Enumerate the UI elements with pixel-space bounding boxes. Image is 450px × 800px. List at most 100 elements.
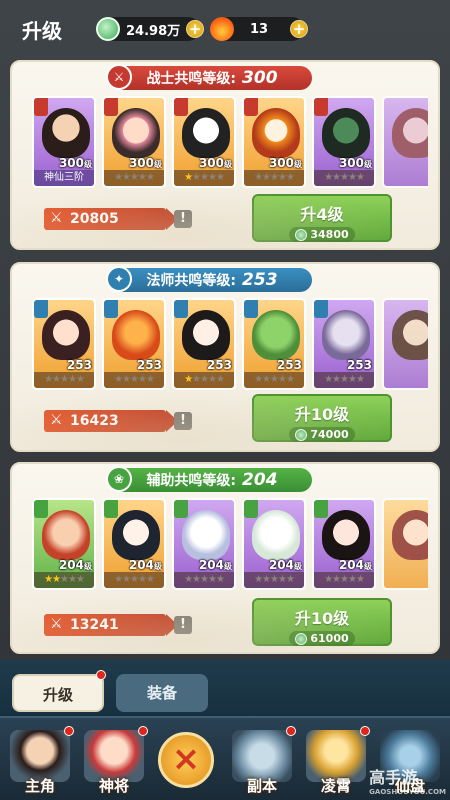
mage-resonance-panel: ✦ 法师共鸣等级: 253 253 ★★★★★ 253 ★★★★★ 253 ★★… (10, 262, 440, 452)
banner-label: 辅助共鸣等级: (146, 473, 237, 489)
hero-portrait (182, 310, 230, 360)
class-tag-icon (314, 300, 328, 318)
hero-card-partial[interactable] (382, 298, 428, 390)
coin-icon (295, 632, 308, 645)
hero-level: 253 (66, 358, 92, 372)
close-button[interactable]: × (158, 732, 214, 788)
hero-portrait (252, 510, 300, 560)
hero-portrait (182, 108, 230, 158)
banner-value: 300 (242, 68, 278, 88)
hero-portrait (112, 108, 160, 158)
upgrade-button[interactable]: 升10级 61000 (252, 598, 392, 646)
info-icon[interactable]: ! (174, 616, 192, 634)
game-screen: 升级 24.98万 + 13 + ⚔ 战士共鸣等级: 300 300级 神仙三阶 (0, 0, 450, 800)
star-rating: ★★★★★ (34, 572, 94, 588)
tab-bar: 升级 装备 (0, 660, 450, 716)
add-coins-button[interactable]: + (186, 20, 204, 38)
upgrade-button-label: 升4级 (300, 205, 344, 224)
warrior-resonance-panel: ⚔ 战士共鸣等级: 300 300级 神仙三阶 300级 ★★★★★ 300级 … (10, 60, 440, 250)
nav-lingxiao[interactable]: 凌霄 (300, 724, 372, 800)
hero-portrait (42, 108, 90, 158)
star-rating: ★★★★★ (314, 572, 374, 588)
hero-portrait (322, 310, 370, 360)
class-tag-icon (314, 98, 328, 116)
hero-level: 300级 (338, 156, 372, 170)
banner-label: 战士共鸣等级: (146, 71, 237, 87)
hero-portrait (252, 310, 300, 360)
hero-card[interactable]: 204级 ★★★★★ (172, 498, 236, 590)
notification-dot (96, 670, 106, 680)
info-icon[interactable]: ! (174, 210, 192, 228)
hero-card[interactable]: 300级 ★★★★★ (242, 96, 306, 188)
upgrade-button[interactable]: 升4级 34800 (252, 194, 392, 242)
star-rating: ★★★★★ (244, 372, 304, 388)
nav-label: 神将 (98, 777, 129, 795)
sword-icon: ⚔ (106, 64, 132, 90)
tab-equipment[interactable]: 装备 (116, 674, 208, 712)
class-tag-icon (104, 500, 118, 518)
magic-icon: ✦ (106, 266, 132, 292)
hero-portrait (42, 510, 90, 560)
hero-portrait (392, 510, 428, 560)
nav-hero[interactable]: 主角 (4, 724, 76, 800)
top-bar: 升级 24.98万 + 13 + (0, 0, 450, 58)
notification-dot (64, 726, 74, 736)
power-display: ⚔ 13241 (44, 614, 178, 636)
hero-card[interactable]: 204级 ★★★★★ (312, 498, 376, 590)
hero-card-row: 253 ★★★★★ 253 ★★★★★ 253 ★★★★★ 253 ★★★★★ (32, 298, 428, 390)
hero-card[interactable]: 300级 ★★★★★ (312, 96, 376, 188)
hero-card[interactable]: 253 ★★★★★ (102, 298, 166, 390)
hero-card[interactable]: 300级 ★★★★★ (172, 96, 236, 188)
class-tag-icon (174, 300, 188, 318)
power-value: 16423 (70, 413, 119, 429)
hero-rank-label: 神仙三阶 (34, 170, 94, 186)
class-tag-icon (314, 500, 328, 518)
hero-portrait (182, 510, 230, 560)
support-resonance-panel: ❀ 辅助共鸣等级: 204 204级 ★★★★★ 204级 ★★★★★ 204级 (10, 462, 440, 654)
hero-card[interactable]: 253 ★★★★★ (312, 298, 376, 390)
nav-label: 副本 (246, 777, 277, 795)
hero-card[interactable]: 204级 ★★★★★ (32, 498, 96, 590)
fire-value: 13 (250, 21, 269, 37)
hero-level: 204级 (268, 558, 302, 572)
star-rating: ★★★★★ (104, 170, 164, 186)
add-fire-button[interactable]: + (290, 20, 308, 38)
nav-general[interactable]: 神将 (78, 724, 150, 800)
star-rating: ★★★★★ (314, 372, 374, 388)
tab-upgrade[interactable]: 升级 (12, 674, 104, 712)
upgrade-button[interactable]: 升10级 74000 (252, 394, 392, 442)
hero-card-partial[interactable] (382, 96, 428, 188)
crossed-swords-icon: ⚔ (50, 210, 63, 226)
class-tag-icon (244, 98, 258, 116)
hero-card[interactable]: 253 ★★★★★ (242, 298, 306, 390)
hero-card[interactable]: 253 ★★★★★ (32, 298, 96, 390)
star-rating: ★★★★★ (104, 372, 164, 388)
hero-portrait (112, 310, 160, 360)
class-tag-icon (244, 300, 258, 318)
support-banner: ❀ 辅助共鸣等级: 204 (106, 466, 312, 492)
fire-counter: 13 + (210, 17, 308, 41)
hero-portrait (252, 108, 300, 158)
hero-level: 204级 (338, 558, 372, 572)
power-display: ⚔ 20805 (44, 208, 178, 230)
class-tag-icon (174, 98, 188, 116)
coin-value: 24.98万 (126, 23, 181, 39)
hero-card-partial[interactable] (382, 498, 428, 590)
hero-card[interactable]: 300级 ★★★★★ (102, 96, 166, 188)
hero-level: 253 (136, 358, 162, 372)
power-value: 13241 (70, 617, 119, 633)
crossed-swords-icon: ⚔ (50, 412, 63, 428)
hero-card[interactable]: 253 ★★★★★ (172, 298, 236, 390)
hero-card[interactable]: 204级 ★★★★★ (242, 498, 306, 590)
hero-level: 204级 (58, 558, 92, 572)
info-icon[interactable]: ! (174, 412, 192, 430)
hero-portrait (392, 108, 428, 158)
hero-card-row: 204级 ★★★★★ 204级 ★★★★★ 204级 ★★★★★ 204级 ★★… (32, 498, 428, 590)
hero-level: 300级 (58, 156, 92, 170)
power-display: ⚔ 16423 (44, 410, 178, 432)
hero-portrait (112, 510, 160, 560)
hero-card[interactable]: 300级 神仙三阶 (32, 96, 96, 188)
hero-card[interactable]: 204级 ★★★★★ (102, 498, 166, 590)
nav-dungeon[interactable]: 副本 (226, 724, 298, 800)
upgrade-cost: 74000 (289, 427, 355, 442)
